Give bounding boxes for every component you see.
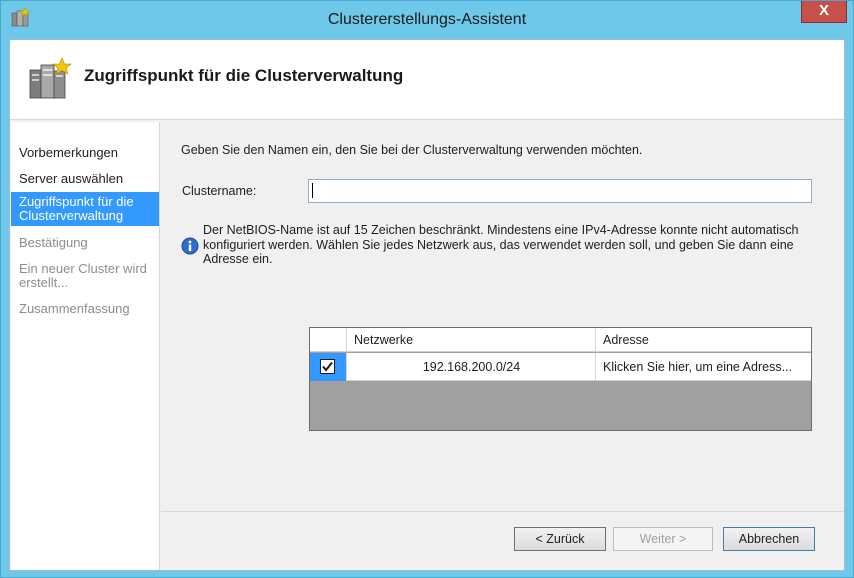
address-cell[interactable]: Klicken Sie hier, um eine Adress...	[597, 353, 811, 381]
step-vorbemerkungen[interactable]: Vorbemerkungen	[11, 143, 159, 163]
wizard-window: Clustererstellungs-Assistent X Zugriffsp…	[0, 0, 854, 578]
wizard-steps-sidebar: Vorbemerkungen Server auswählen Zugriffs…	[11, 122, 160, 570]
info-icon	[181, 237, 199, 255]
row-check-cell[interactable]	[310, 353, 347, 381]
column-header-check[interactable]	[310, 328, 347, 352]
wizard-header: Zugriffspunkt für die Clusterverwaltung	[10, 40, 844, 120]
step-zusammenfassung: Zusammenfassung	[19, 301, 130, 316]
close-button[interactable]: X	[801, 1, 847, 23]
step-bestaetigung: Bestätigung	[19, 235, 88, 250]
network-cell: 192.168.200.0/24	[348, 353, 596, 381]
cancel-button[interactable]: Abbrechen	[723, 527, 815, 551]
back-button[interactable]: < Zurück	[514, 527, 606, 551]
step-zugriffspunkt[interactable]: Zugriffspunkt für die Clusterverwaltung	[11, 192, 159, 226]
table-row[interactable]: 192.168.200.0/24 Klicken Sie hier, um ei…	[310, 353, 811, 381]
checkmark-icon	[322, 361, 333, 372]
window-title: Clustererstellungs-Assistent	[327, 11, 527, 28]
page-title: Zugriffspunkt für die Clusterverwaltung	[84, 66, 404, 85]
footer-divider	[161, 511, 844, 512]
wizard-content: Geben Sie den Namen ein, den Sie bei der…	[161, 122, 844, 512]
info-message: Der NetBIOS-Name ist auf 15 Zeichen besc…	[203, 223, 799, 266]
network-checkbox[interactable]	[320, 359, 335, 374]
column-header-address[interactable]: Adresse	[597, 328, 811, 352]
intro-text: Geben Sie den Namen ein, den Sie bei der…	[181, 143, 643, 157]
text-caret	[312, 183, 313, 198]
clustername-label: Clustername:	[182, 184, 257, 198]
column-header-networks[interactable]: Netzwerke	[348, 328, 596, 352]
step-cluster-erstellen: Ein neuer Cluster wird erstellt...	[19, 261, 147, 290]
next-button: Weiter >	[613, 527, 713, 551]
wizard-client-area: Zugriffspunkt für die Clusterverwaltung …	[9, 39, 845, 571]
step-server-auswaehlen[interactable]: Server auswählen	[11, 169, 159, 189]
network-grid: Netzwerke Adresse 192.168.200.0/24 Klick…	[309, 327, 812, 431]
cluster-wizard-icon	[26, 56, 74, 104]
clustername-input[interactable]	[308, 179, 812, 203]
title-bar[interactable]: Clustererstellungs-Assistent X	[1, 1, 853, 39]
grid-header: Netzwerke Adresse	[310, 328, 811, 352]
